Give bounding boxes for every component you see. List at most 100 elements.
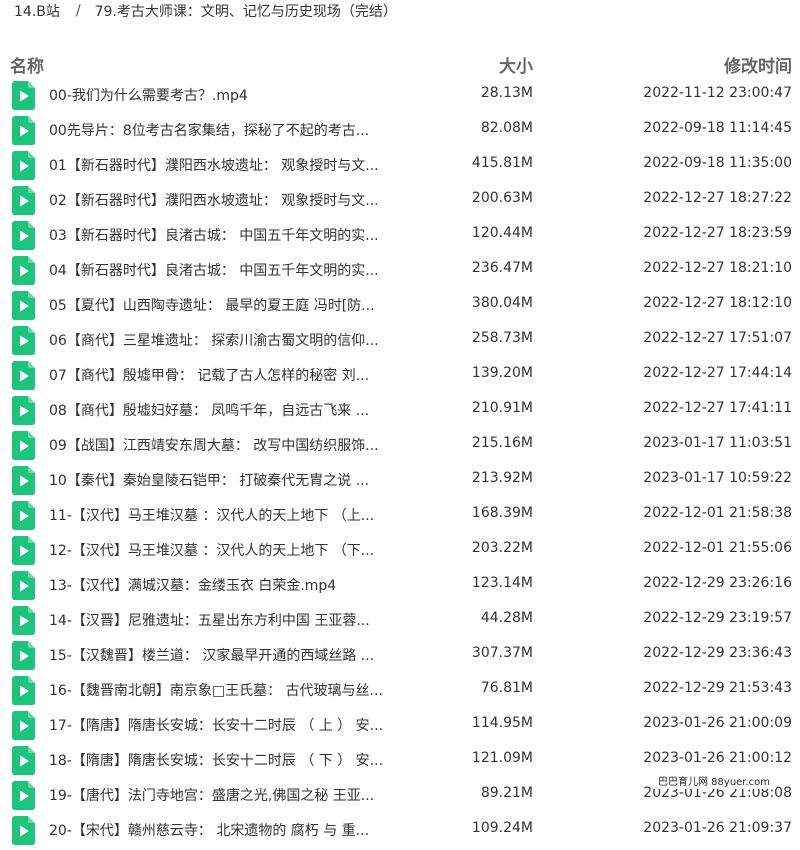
file-modified-time: 2022-12-27 17:51:07: [643, 330, 792, 346]
file-name: 15-【汉魏晋】楼兰道： 汉家最早开通的西域丝路 ...: [49, 648, 375, 664]
file-modified-time: 2023-01-17 11:03:51: [643, 435, 792, 451]
breadcrumb-separator: /: [75, 3, 81, 19]
video-file-icon: [12, 676, 35, 705]
breadcrumb-root-link[interactable]: 14.B站: [14, 1, 60, 21]
file-row[interactable]: 06【商代】三星堆遗址： 探索川渝古蜀文明的信仰... 258.73M 2022…: [0, 323, 800, 358]
file-name: 01【新石器时代】濮阳西水坡遗址： 观象授时与文...: [49, 158, 379, 174]
file-name: 16-【魏晋南北朝】南京象□王氏墓： 古代玻璃与丝...: [49, 683, 383, 699]
file-row[interactable]: 09【战国】江西靖安东周大墓： 改写中国纺织服饰... 215.16M 2023…: [0, 428, 800, 463]
file-row[interactable]: 00-我们为什么需要考古？.mp4 28.13M 2022-11-12 23:0…: [0, 78, 800, 113]
file-row[interactable]: 12-【汉代】马王堆汉墓 ：汉代人的天上地下 （下... 203.22M 202…: [0, 533, 800, 568]
file-size: 89.21M: [480, 785, 533, 801]
video-file-icon: [12, 186, 35, 215]
file-row[interactable]: 10【秦代】秦始皇陵石铠甲： 打破秦代无胄之说 ... 213.92M 2023…: [0, 463, 800, 498]
file-row[interactable]: 00先导片：8位考古名家集结，探秘了不起的考古... 82.08M 2022-0…: [0, 113, 800, 148]
file-row[interactable]: 07【商代】殷墟甲骨： 记载了古人怎样的秘密 刘... 139.20M 2022…: [0, 358, 800, 393]
file-name: 13-【汉代】满城汉墓：金缕玉衣 白荣金.mp4: [49, 578, 337, 594]
file-name: 20-【宋代】赣州慈云寺： 北宋遗物的 腐朽 与 重...: [49, 823, 370, 839]
video-file-icon: [12, 81, 35, 110]
file-name: 17-【隋唐】隋唐长安城：长安十二时辰 （ 上 ） 安...: [49, 718, 384, 734]
file-name: 05【夏代】山西陶寺遗址： 最早的夏王庭 冯时[防...: [49, 298, 375, 314]
video-file-icon: [12, 221, 35, 250]
file-size: 114.95M: [471, 715, 533, 731]
file-modified-time: 2022-12-27 18:27:22: [643, 190, 792, 206]
column-header-size[interactable]: 大小: [499, 52, 533, 77]
breadcrumb: 14.B站 / 79.考古大师课：文明、记忆与历史现场（完结）: [14, 0, 397, 22]
file-modified-time: 2022-12-29 23:26:16: [643, 575, 792, 591]
file-row[interactable]: 01【新石器时代】濮阳西水坡遗址： 观象授时与文... 415.81M 2022…: [0, 148, 800, 183]
file-row[interactable]: 17-【隋唐】隋唐长安城：长安十二时辰 （ 上 ） 安... 114.95M 2…: [0, 708, 800, 743]
video-file-icon: [12, 256, 35, 285]
file-modified-time: 2022-12-01 21:58:38: [643, 505, 792, 521]
file-size: 168.39M: [471, 505, 533, 521]
file-row[interactable]: 13-【汉代】满城汉墓：金缕玉衣 白荣金.mp4 123.14M 2022-12…: [0, 568, 800, 603]
video-file-icon: [12, 641, 35, 670]
file-name: 02【新石器时代】濮阳西水坡遗址： 观象授时与文...: [49, 193, 379, 209]
file-name: 14-【汉晋】尼雅遗址：五星出东方利中国 王亚蓉...: [49, 613, 370, 629]
file-modified-time: 2022-12-29 21:53:43: [643, 680, 792, 696]
file-name: 03【新石器时代】良渚古城： 中国五千年文明的实...: [49, 228, 379, 244]
file-modified-time: 2023-01-26 21:09:37: [643, 820, 792, 836]
file-size: 44.28M: [480, 610, 533, 626]
file-row[interactable]: 11-【汉代】马王堆汉墓 ：汉代人的天上地下 （上... 168.39M 202…: [0, 498, 800, 533]
file-name: 19-【唐代】法门寺地宫：盛唐之光,佛国之秘 王亚...: [49, 788, 375, 804]
file-name: 08【商代】殷墟妇好墓： 凤鸣千年，自远古飞来 ...: [49, 403, 370, 419]
file-row[interactable]: 03【新石器时代】良渚古城： 中国五千年文明的实... 120.44M 2022…: [0, 218, 800, 253]
file-size: 258.73M: [471, 330, 533, 346]
file-name: 04【新石器时代】良渚古城： 中国五千年文明的实...: [49, 263, 379, 279]
video-file-icon: [12, 361, 35, 390]
file-size: 109.24M: [471, 820, 533, 836]
column-header-time[interactable]: 修改时间: [724, 52, 792, 77]
file-size: 121.09M: [471, 750, 533, 766]
watermark: 巴巴育儿网 88yuer.com: [652, 772, 777, 789]
file-row[interactable]: 16-【魏晋南北朝】南京象□王氏墓： 古代玻璃与丝... 76.81M 2022…: [0, 673, 800, 708]
file-row[interactable]: 14-【汉晋】尼雅遗址：五星出东方利中国 王亚蓉... 44.28M 2022-…: [0, 603, 800, 638]
video-file-icon: [12, 536, 35, 565]
file-size: 82.08M: [480, 120, 533, 136]
file-name: 10【秦代】秦始皇陵石铠甲： 打破秦代无胄之说 ...: [49, 473, 370, 489]
video-file-icon: [12, 291, 35, 320]
video-file-icon: [12, 466, 35, 495]
file-size: 203.22M: [471, 540, 533, 556]
file-row[interactable]: 02【新石器时代】濮阳西水坡遗址： 观象授时与文... 200.63M 2022…: [0, 183, 800, 218]
file-row[interactable]: 04【新石器时代】良渚古城： 中国五千年文明的实... 236.47M 2022…: [0, 253, 800, 288]
file-size: 215.16M: [471, 435, 533, 451]
file-modified-time: 2022-12-27 17:44:14: [643, 365, 792, 381]
column-header: 名称 大小 修改时间: [0, 48, 800, 78]
file-size: 236.47M: [471, 260, 533, 276]
file-size: 210.91M: [471, 400, 533, 416]
file-modified-time: 2022-09-18 11:14:45: [643, 120, 792, 136]
video-file-icon: [12, 781, 35, 810]
video-file-icon: [12, 816, 35, 845]
video-file-icon: [12, 711, 35, 740]
file-name: 00先导片：8位考古名家集结，探秘了不起的考古...: [49, 123, 370, 139]
file-name: 07【商代】殷墟甲骨： 记载了古人怎样的秘密 刘...: [49, 368, 370, 384]
file-name: 11-【汉代】马王堆汉墓 ：汉代人的天上地下 （上...: [49, 508, 375, 524]
file-size: 120.44M: [471, 225, 533, 241]
file-modified-time: 2022-09-18 11:35:00: [643, 155, 792, 171]
file-list: 00-我们为什么需要考古？.mp4 28.13M 2022-11-12 23:0…: [0, 78, 800, 848]
column-header-name[interactable]: 名称: [10, 52, 44, 77]
file-size: 28.13M: [480, 85, 533, 101]
file-size: 415.81M: [471, 155, 533, 171]
file-size: 200.63M: [471, 190, 533, 206]
file-row[interactable]: 20-【宋代】赣州慈云寺： 北宋遗物的 腐朽 与 重... 109.24M 20…: [0, 813, 800, 848]
video-file-icon: [12, 431, 35, 460]
file-modified-time: 2022-12-29 23:19:57: [643, 610, 792, 626]
video-file-icon: [12, 116, 35, 145]
file-name: 12-【汉代】马王堆汉墓 ：汉代人的天上地下 （下...: [49, 543, 375, 559]
video-file-icon: [12, 151, 35, 180]
file-modified-time: 2022-12-01 21:55:06: [643, 540, 792, 556]
file-modified-time: 2023-01-17 10:59:22: [643, 470, 792, 486]
file-modified-time: 2022-11-12 23:00:47: [643, 85, 792, 101]
file-row[interactable]: 05【夏代】山西陶寺遗址： 最早的夏王庭 冯时[防... 380.04M 202…: [0, 288, 800, 323]
file-modified-time: 2022-12-29 23:36:43: [643, 645, 792, 661]
video-file-icon: [12, 606, 35, 635]
video-file-icon: [12, 396, 35, 425]
file-modified-time: 2022-12-27 18:23:59: [643, 225, 792, 241]
file-row[interactable]: 08【商代】殷墟妇好墓： 凤鸣千年，自远古飞来 ... 210.91M 2022…: [0, 393, 800, 428]
file-browser: 14.B站 / 79.考古大师课：文明、记忆与历史现场（完结） 名称 大小 修改…: [0, 0, 800, 850]
file-name: 18-【隋唐】隋唐长安城：长安十二时辰 （ 下 ） 安...: [49, 753, 384, 769]
file-row[interactable]: 15-【汉魏晋】楼兰道： 汉家最早开通的西域丝路 ... 307.37M 202…: [0, 638, 800, 673]
file-size: 139.20M: [471, 365, 533, 381]
